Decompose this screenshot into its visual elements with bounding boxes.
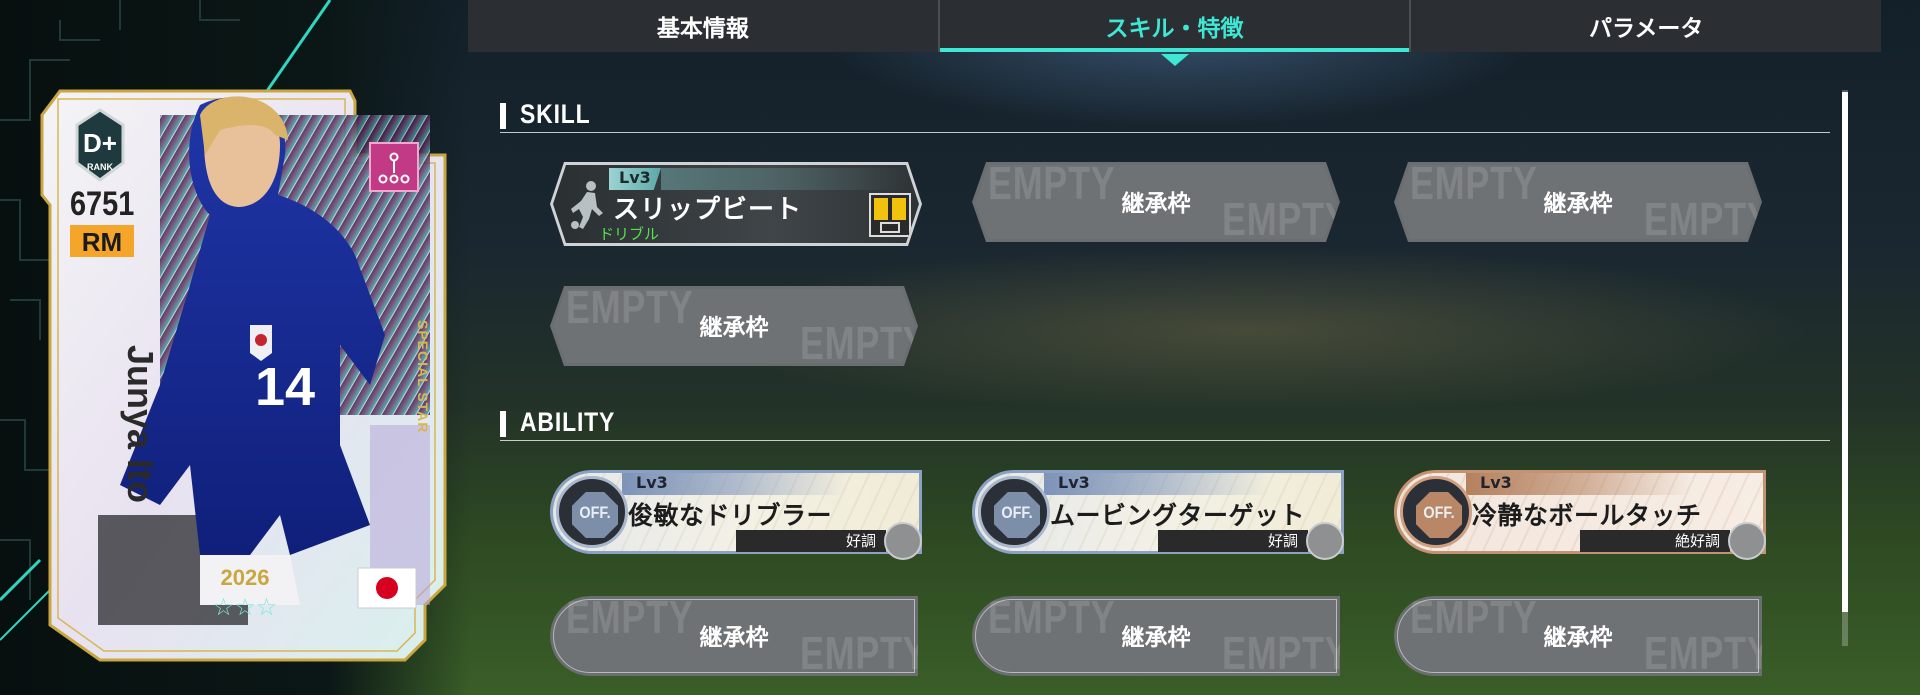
skill-section-title: SKILL	[520, 99, 591, 129]
skill-card[interactable]: Lv3 スリップビート ドリブル	[550, 162, 922, 246]
ability-name: 俊敏なドリブラー	[628, 501, 833, 530]
inherit-slot-label: 継承枠	[1543, 625, 1613, 651]
ability-condition: 好調	[1158, 530, 1308, 552]
ability-name: ムービングターゲット	[1050, 501, 1306, 530]
position-pitch-icon	[869, 193, 911, 237]
svg-text:RANK: RANK	[87, 162, 113, 172]
inherit-slot-label: 継承枠	[1121, 191, 1191, 217]
inherit-slot-label: 継承枠	[699, 625, 769, 651]
rating-text: 6751	[70, 184, 134, 223]
skill-section-header: SKILL	[500, 99, 1830, 133]
player-card[interactable]: 14 D+ RANK 6751 RM Junya Ito SPECIAL STA…	[40, 85, 460, 670]
inherit-slot-label: 継承枠	[699, 315, 769, 341]
ability-section-title: ABILITY	[520, 407, 616, 437]
scrollbar-thumb[interactable]	[1842, 92, 1848, 612]
ability-section-header: ABILITY	[500, 407, 1830, 441]
skill-slot-empty[interactable]: EMPTY EMPTY 継承枠	[972, 162, 1340, 242]
skill-slot-empty[interactable]: EMPTY EMPTY 継承枠	[550, 286, 918, 366]
skill-category: ドリブル	[599, 225, 660, 243]
skill-level: Lv3	[609, 168, 661, 190]
tab-skills-traits[interactable]: スキル・特徴	[939, 0, 1412, 66]
skill-slot-empty[interactable]: EMPTY EMPTY 継承枠	[1394, 162, 1762, 242]
position-text: RM	[82, 227, 122, 257]
tab-basic-info[interactable]: 基本情報	[468, 0, 940, 52]
ability-condition: 絶好調	[1580, 530, 1730, 552]
ability-level: Lv3	[1480, 473, 1512, 492]
offense-badge-icon: OFF.	[556, 476, 628, 548]
ability-slot-empty[interactable]: EMPTY EMPTY 継承枠	[550, 596, 918, 676]
player-name: Junya Ito	[120, 345, 161, 503]
ability-level: Lv3	[636, 473, 668, 492]
smile-face-icon	[884, 522, 922, 560]
offense-badge-icon: OFF.	[1400, 476, 1472, 548]
svg-text:14: 14	[255, 357, 315, 417]
tab-parameters[interactable]: パラメータ	[1411, 0, 1882, 52]
ability-card[interactable]: Lv3 ムービングターゲット 好調 OFF.	[972, 470, 1344, 560]
ability-card[interactable]: Lv3 冷静なボールタッチ 絶好調 OFF.	[1394, 470, 1766, 560]
tab-bar: 基本情報 スキル・特徴 パラメータ	[468, 0, 1882, 66]
year-text: 2026	[221, 565, 270, 590]
ability-name: 冷静なボールタッチ	[1472, 501, 1702, 530]
smile-face-icon	[1728, 522, 1766, 560]
stars-icon: ☆☆☆	[213, 593, 278, 621]
player-card-art: 14 D+ RANK 6751 RM Junya Ito SPECIAL STA…	[40, 89, 447, 662]
ability-slot-empty[interactable]: EMPTY EMPTY 継承枠	[1394, 596, 1762, 676]
inherit-slot-label: 継承枠	[1121, 625, 1191, 651]
rank-text: D+	[83, 128, 117, 158]
skill-name: スリップビート	[613, 195, 803, 225]
edition-text: SPECIAL STAR	[415, 320, 431, 433]
ability-level: Lv3	[1058, 473, 1090, 492]
ability-card[interactable]: Lv3 俊敏なドリブラー 好調 OFF.	[550, 470, 922, 560]
offense-badge-icon: OFF.	[978, 476, 1050, 548]
ability-condition: 好調	[736, 530, 886, 552]
inherit-slot-label: 継承枠	[1543, 191, 1613, 217]
smile-face-icon	[1306, 522, 1344, 560]
ability-slot-empty[interactable]: EMPTY EMPTY 継承枠	[972, 596, 1340, 676]
